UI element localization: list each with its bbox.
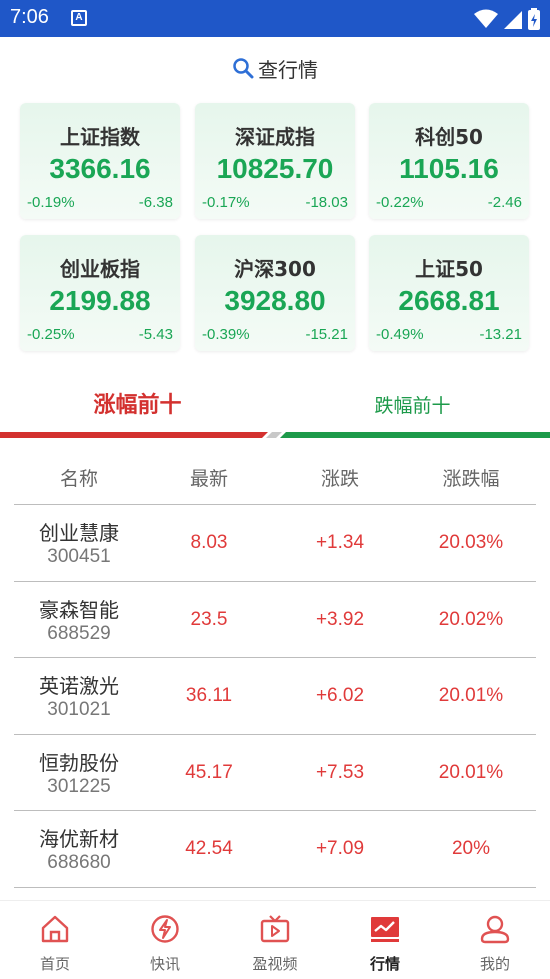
stock-change: +6.02 [315,685,365,706]
index-value: 2668.81 [398,285,500,316]
nav-label: 快讯 [149,955,180,973]
header-change: 涨跌 [320,468,359,490]
tv-video-icon [260,915,290,943]
stock-change-percent: 20.01% [438,761,504,783]
nav-profile[interactable]: 我的 [440,901,550,979]
stock-code: 688529 [47,622,111,644]
signal-icon [504,11,522,29]
stock-change-percent: 20% [451,838,491,859]
status-time: 7:06 [10,6,49,28]
index-value: 3928.80 [224,285,326,316]
nav-flash-news[interactable]: 快讯 [110,901,220,979]
tab-top-gainers[interactable]: 涨幅前十 [0,386,275,426]
profile-icon [480,915,510,944]
index-value: 3366.16 [49,153,151,184]
home-icon [41,915,69,943]
table-row[interactable]: 创业慧康 300451 8.03 +1.34 20.03% [14,505,536,582]
index-percent: -0.17% [202,194,250,211]
header-change-percent: 涨跌幅 [442,468,500,490]
stock-name: 恒勃股份 [39,750,119,775]
index-change: -15.21 [305,326,348,343]
index-name: 科创50 [415,125,483,149]
index-value: 1105.16 [399,153,499,184]
index-name: 上证指数 [60,125,140,149]
stock-code: 688680 [47,852,111,873]
battery-icon [528,8,540,30]
index-card-chinext[interactable]: 创业板指 2199.88 -0.25% -5.43 [20,235,180,351]
stock-name: 海优新材 [39,827,119,851]
stock-latest: 8.03 [190,532,228,553]
index-change: -13.21 [479,326,522,343]
stock-latest: 23.5 [190,608,228,630]
index-card-sh[interactable]: 上证指数 3366.16 -0.19% -6.38 [20,103,180,219]
header-latest: 最新 [189,468,228,490]
tab-top-losers[interactable]: 跌幅前十 [275,386,550,426]
stock-change-percent: 20.02% [438,608,504,630]
nav-home[interactable]: 首页 [0,901,110,979]
accessibility-badge-icon: A [71,10,87,26]
stock-latest: 45.17 [185,761,233,783]
index-change: -18.03 [305,194,348,211]
index-percent: -0.22% [376,194,424,211]
stock-code: 301225 [47,775,111,797]
stock-change: +3.92 [315,608,365,630]
market-chart-icon [371,917,399,942]
index-value: 10825.70 [216,153,334,184]
index-percent: -0.25% [27,326,75,343]
stock-name: 豪森智能 [39,597,119,622]
table-row[interactable]: 恒勃股份 301225 45.17 +7.53 20.01% [14,735,536,811]
wifi-icon [474,9,498,28]
index-change: -2.46 [487,194,522,211]
index-card-sse50[interactable]: 上证50 2668.81 -0.49% -13.21 [369,235,529,351]
index-card-csi300[interactable]: 沪深300 3928.80 -0.39% -15.21 [195,235,355,351]
index-value: 2199.88 [49,285,151,316]
stock-change-percent: 20.01% [438,685,504,706]
nav-market[interactable]: 行情 [330,901,440,979]
index-name: 深证成指 [235,125,315,149]
index-percent: -0.39% [202,326,250,343]
stock-change: +7.53 [315,761,365,783]
search-quotes-button[interactable]: 查行情 [0,50,550,86]
flash-news-icon [151,915,179,943]
nav-label: 行情 [369,955,400,973]
index-name: 沪深300 [234,257,316,281]
nav-label: 盈视频 [252,955,298,973]
header-name: 名称 [59,468,98,490]
stock-name: 英诺激光 [39,674,119,698]
nav-label: 首页 [39,955,70,973]
table-row[interactable]: 海优新材 688680 42.54 +7.09 20% [14,811,536,888]
index-change: -6.38 [138,194,173,211]
stock-change-percent: 20.03% [438,532,504,553]
search-label: 查行情 [258,57,318,82]
index-percent: -0.19% [27,194,75,211]
table-header: 名称 最新 涨跌 涨跌幅 [14,453,536,505]
ranking-tabs: 涨幅前十 跌幅前十 [0,386,550,438]
stock-latest: 42.54 [185,838,233,859]
stock-code: 300451 [47,546,111,567]
search-icon [233,58,254,79]
stock-change: +7.09 [315,838,365,859]
stock-table: 名称 最新 涨跌 涨跌幅 创业慧康 300451 8.03 +1.34 20.0… [14,453,536,888]
status-bar: 7:06 A [0,0,550,37]
status-icons [474,8,540,30]
table-row[interactable]: 英诺激光 301021 36.11 +6.02 20.01% [14,658,536,735]
index-name: 上证50 [415,257,483,281]
tab-indicator [0,432,550,438]
nav-video[interactable]: 盈视频 [220,901,330,979]
stock-change: +1.34 [315,532,365,553]
bottom-nav: 首页 快讯 盈视频 行情 我的 [0,900,550,979]
table-row[interactable]: 豪森智能 688529 23.5 +3.92 20.02% [14,582,536,658]
index-card-star50[interactable]: 科创50 1105.16 -0.22% -2.46 [369,103,529,219]
index-change: -5.43 [138,326,173,343]
nav-label: 我的 [479,955,510,973]
index-card-sz[interactable]: 深证成指 10825.70 -0.17% -18.03 [195,103,355,219]
stock-code: 301021 [47,699,111,720]
stock-name: 创业慧康 [39,521,119,545]
index-name: 创业板指 [60,257,140,281]
index-percent: -0.49% [376,326,424,343]
stock-latest: 36.11 [185,685,233,706]
